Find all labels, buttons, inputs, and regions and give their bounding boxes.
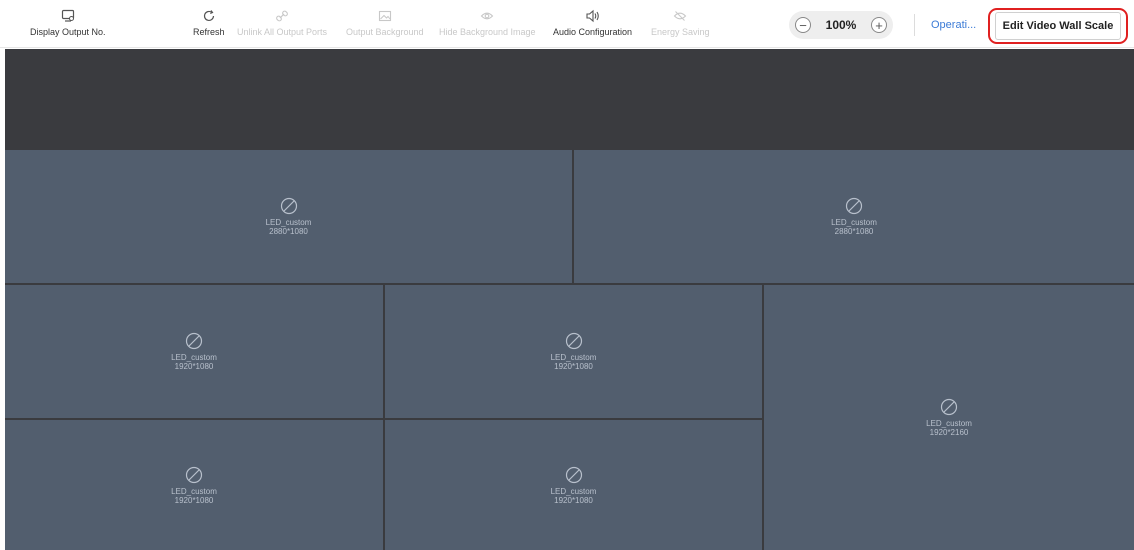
screen-resolution: 2880*1080 [834, 227, 874, 236]
wall-screen-6[interactable]: LED_custom 1920*1080 [5, 420, 385, 550]
screen-name: LED_custom [171, 353, 217, 362]
screen-name: LED_custom [550, 486, 597, 496]
screen-name: LED_custom [265, 218, 312, 227]
video-wall-canvas[interactable]: LED_custom 2880*1080 LED_custom 2880*108… [5, 49, 1134, 550]
no-signal-icon [940, 398, 958, 416]
output-background-label: Output Background [346, 27, 424, 37]
refresh-label: Refresh [193, 27, 225, 37]
zoom-in-button[interactable]: + [870, 17, 887, 33]
edit-scale-highlight: Edit Video Wall Scale [988, 8, 1128, 44]
edit-video-wall-scale-button[interactable]: Edit Video Wall Scale [995, 12, 1121, 40]
no-signal-icon [280, 197, 297, 215]
zoom-out-button[interactable]: − [795, 17, 811, 33]
wall-screen-4[interactable]: LED_custom 1920*1080 [385, 285, 764, 420]
unlink-all-button[interactable]: Unlink All Output Ports [237, 8, 327, 44]
hide-background-label: Hide Background Image [439, 27, 536, 37]
no-signal-icon [185, 466, 203, 483]
unlink-icon [275, 8, 289, 24]
output-background-button[interactable]: Output Background [346, 8, 424, 44]
screen-resolution: 1920*1080 [554, 495, 593, 505]
energy-saving-label: Energy Saving [651, 27, 710, 37]
zoom-level: 100% [825, 18, 857, 32]
no-signal-icon [565, 332, 582, 350]
screen-name: LED_custom [926, 419, 972, 428]
display-output-button[interactable]: Display Output No. [30, 8, 106, 44]
display-output-label: Display Output No. [30, 27, 106, 37]
screen-name: LED_custom [171, 486, 217, 496]
wall-screen-7[interactable]: LED_custom 1920*1080 [385, 420, 764, 550]
eye-icon [480, 8, 494, 24]
refresh-button[interactable]: Refresh [193, 8, 225, 44]
image-icon [378, 8, 392, 24]
refresh-icon [202, 8, 216, 24]
toolbar-divider [914, 14, 915, 36]
wall-screen-1[interactable]: LED_custom 2880*1080 [5, 150, 574, 285]
screen-resolution: 2880*1080 [269, 227, 308, 236]
wall-screen-5[interactable]: LED_custom 1920*2160 [764, 285, 1134, 550]
unlink-label: Unlink All Output Ports [237, 27, 328, 37]
screen-name: LED_custom [550, 353, 597, 362]
speaker-icon [585, 8, 601, 24]
screen-resolution: 1920*1080 [554, 362, 593, 371]
zoom-control: − 100% + [789, 11, 893, 39]
toolbar: Display Output No. Refresh Unlink All Ou… [0, 0, 1134, 48]
screen-resolution: 1920*1080 [174, 362, 214, 371]
audio-configuration-button[interactable]: Audio Configuration [553, 8, 632, 44]
audio-configuration-label: Audio Configuration [553, 27, 633, 37]
no-signal-icon [845, 197, 863, 215]
operations-link[interactable]: Operati... [931, 19, 976, 31]
hide-background-button[interactable]: Hide Background Image [439, 8, 536, 44]
no-signal-icon [565, 466, 582, 483]
wall-screen-2[interactable]: LED_custom 2880*1080 [574, 150, 1134, 285]
energy-saving-button[interactable]: Energy Saving [651, 8, 710, 44]
no-signal-icon [185, 332, 203, 350]
eye-off-icon [673, 8, 687, 24]
monitor-icon [61, 8, 75, 24]
wall-screen-3[interactable]: LED_custom 1920*1080 [5, 285, 385, 420]
screen-name: LED_custom [831, 218, 877, 227]
screen-resolution: 1920*1080 [174, 495, 214, 505]
screen-resolution: 1920*2160 [929, 428, 969, 437]
